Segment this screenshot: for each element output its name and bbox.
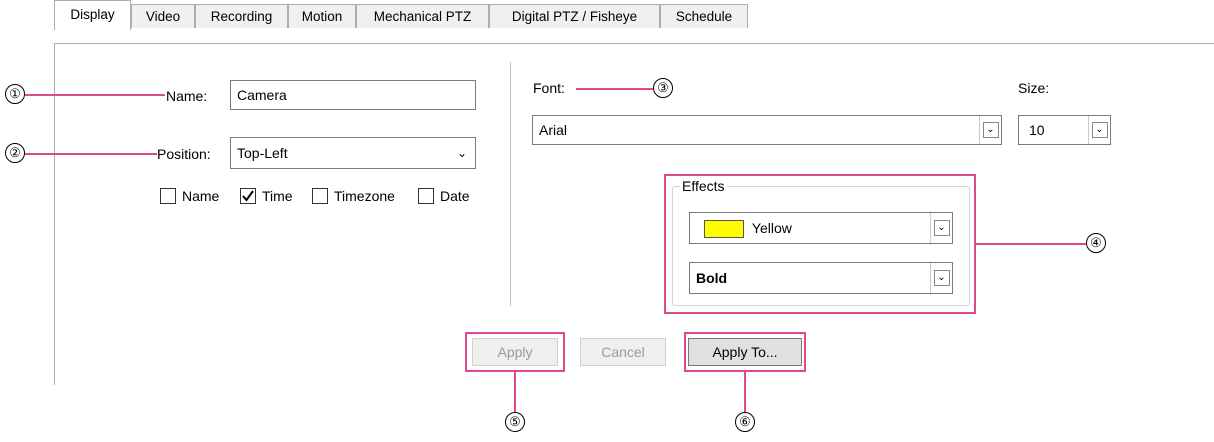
callout-5-line bbox=[514, 372, 516, 412]
size-label: Size: bbox=[1018, 80, 1050, 96]
name-input[interactable]: Camera bbox=[230, 80, 476, 110]
tab-digital-ptz-fisheye[interactable]: Digital PTZ / Fisheye bbox=[489, 4, 660, 28]
callout-1-line bbox=[25, 94, 165, 96]
position-dropdown[interactable]: Top-Left ⌄ bbox=[230, 137, 476, 169]
checkmark-icon bbox=[242, 190, 254, 202]
checkbox-time[interactable] bbox=[240, 188, 256, 204]
name-label: Name: bbox=[166, 88, 208, 104]
tab-recording[interactable]: Recording bbox=[195, 4, 288, 28]
callout-2-line bbox=[25, 153, 157, 155]
callout-2: ② bbox=[5, 143, 25, 163]
callout-5: ⑤ bbox=[505, 412, 525, 432]
position-value: Top-Left bbox=[237, 145, 288, 161]
font-value: Arial bbox=[539, 122, 568, 138]
callout-4-line bbox=[976, 243, 1086, 245]
checkbox-date[interactable] bbox=[418, 188, 434, 204]
checkbox-time-label: Time bbox=[262, 188, 293, 204]
tab-video[interactable]: Video bbox=[131, 4, 195, 28]
tab-motion[interactable]: Motion bbox=[288, 4, 356, 28]
callout-3: ③ bbox=[653, 78, 673, 98]
checkbox-timezone-label: Timezone bbox=[334, 188, 395, 204]
size-dropdown[interactable]: 10 ⌄ bbox=[1018, 115, 1111, 145]
size-value: 10 bbox=[1029, 122, 1045, 138]
chevron-down-icon: ⌄ bbox=[979, 116, 1001, 144]
tab-display[interactable]: Display bbox=[54, 0, 131, 30]
checkbox-timezone[interactable] bbox=[312, 188, 328, 204]
callout-1: ① bbox=[5, 84, 25, 104]
tab-schedule[interactable]: Schedule bbox=[660, 4, 748, 28]
callout-6-line bbox=[744, 372, 746, 412]
tab-mechanical-ptz[interactable]: Mechanical PTZ bbox=[356, 4, 489, 28]
checkbox-date-label: Date bbox=[440, 188, 470, 204]
chevron-down-icon: ⌄ bbox=[456, 146, 467, 160]
chevron-down-icon: ⌄ bbox=[1088, 116, 1110, 144]
font-label: Font: bbox=[533, 80, 565, 96]
callout-5-box bbox=[465, 332, 565, 372]
callout-4: ④ bbox=[1086, 233, 1106, 253]
position-label: Position: bbox=[157, 146, 211, 162]
callout-6: ⑥ bbox=[735, 412, 755, 432]
section-divider bbox=[510, 62, 511, 306]
callout-6-box bbox=[684, 332, 806, 372]
cancel-button[interactable]: Cancel bbox=[580, 338, 666, 366]
callout-3-line bbox=[576, 88, 653, 90]
checkbox-name[interactable] bbox=[160, 188, 176, 204]
callout-4-box bbox=[664, 174, 976, 314]
checkbox-name-label: Name bbox=[182, 188, 220, 204]
font-dropdown[interactable]: Arial ⌄ bbox=[532, 115, 1002, 145]
